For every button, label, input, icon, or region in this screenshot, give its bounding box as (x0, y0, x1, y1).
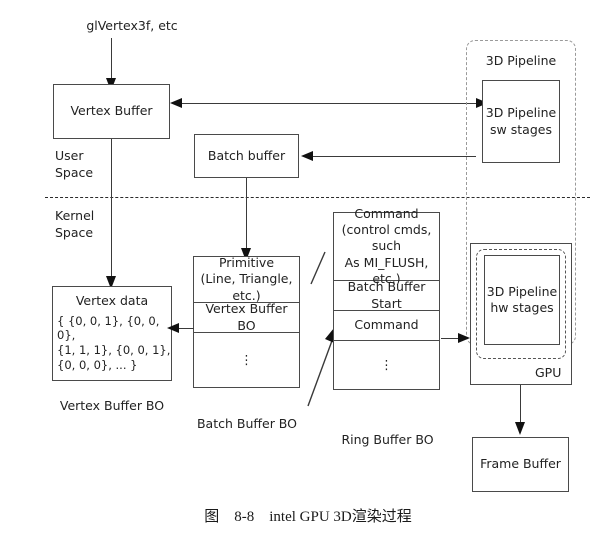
gpu-to-frame-buffer-head (515, 422, 525, 435)
vertex-buffer-pipeline-head-left (170, 98, 182, 108)
vertex-data-body: { {0, 0, 1}, {0, 0, 0}, {1, 1, 1}, {0, 0… (57, 313, 171, 373)
vertex-buffer-pipeline-line (176, 103, 486, 105)
frame-buffer-label: Frame Buffer (480, 456, 561, 472)
ring-buffer-bo-stack[interactable]: Command (control cmds, such As MI_FLUSH,… (333, 206, 440, 390)
batch-bo-to-vertex-data-line (178, 328, 194, 330)
batch-buffer-label: Batch buffer (207, 147, 286, 163)
batch-bo-row-vertex-buffer-bo[interactable]: Vertex Buffer BO (194, 301, 299, 333)
pipeline-to-batch-buffer-head (301, 151, 313, 161)
diagram-canvas: glVertex3f, etc Vertex Buffer User Space… (0, 0, 616, 544)
ring-buffer-to-gpu-head (458, 333, 470, 343)
entry-arrow-line (111, 38, 113, 82)
pipeline-hw-stages-label: 3D Pipeline hw stages (486, 283, 558, 316)
ring-bo-row-command[interactable]: Command (334, 311, 439, 341)
batch-bo-row-primitive[interactable]: Primitive (Line, Triangle, etc.) (194, 255, 299, 303)
batch-buffer-box[interactable]: Batch buffer (194, 134, 299, 178)
vertex-buffer-box[interactable]: Vertex Buffer (53, 84, 170, 139)
vertex-buffer-label: Vertex Buffer (70, 103, 153, 119)
batch-buffer-bo-caption: Batch Buffer BO (196, 416, 297, 431)
pipeline-sw-stages-label: 3D Pipeline sw stages (485, 105, 557, 137)
ring-bo-row-command-control[interactable]: Command (control cmds, such As MI_FLUSH,… (334, 206, 439, 286)
pipeline-container-title: 3D Pipeline (485, 53, 557, 68)
vertex-buffer-bo-caption: Vertex Buffer BO (59, 398, 165, 413)
user-space-label: User Space (55, 148, 94, 180)
figure-caption: 图 8-8 intel GPU 3D渲染过程 (204, 509, 412, 525)
pipeline-hw-stages-box[interactable]: 3D Pipeline hw stages (484, 255, 560, 345)
batch-bo-row-ellipsis: ⋮ (240, 351, 253, 367)
gpu-to-frame-buffer-line (520, 385, 522, 427)
batch-bo-to-vertex-data-head (167, 323, 179, 333)
vertex-buffer-to-vertex-data-line (111, 139, 113, 281)
batch-buffer-bo-stack[interactable]: Primitive (Line, Triangle, etc.) Vertex … (193, 255, 300, 388)
gpu-label: GPU (535, 365, 562, 380)
vertex-data-box[interactable]: Vertex data { {0, 0, 1}, {0, 0, 0}, {1, … (52, 286, 172, 381)
vertex-data-title: Vertex data (75, 293, 149, 308)
ring-buffer-bo-caption: Ring Buffer BO (341, 432, 434, 447)
pipeline-to-batch-buffer-line (311, 156, 476, 158)
entry-api-label: glVertex3f, etc (86, 18, 178, 33)
frame-buffer-box[interactable]: Frame Buffer (472, 437, 569, 492)
pipeline-sw-stages-box[interactable]: 3D Pipeline sw stages (482, 80, 560, 163)
ring-bo-row-batch-buffer-start[interactable]: Batch Buffer Start (334, 279, 439, 311)
kernel-space-label: Kernel Space (55, 208, 95, 240)
ring-bo-row-ellipsis: ⋮ (380, 356, 393, 372)
batch-buffer-to-primitive-line (246, 178, 248, 252)
batch-bo-upper-diagonal-tick (310, 251, 326, 285)
